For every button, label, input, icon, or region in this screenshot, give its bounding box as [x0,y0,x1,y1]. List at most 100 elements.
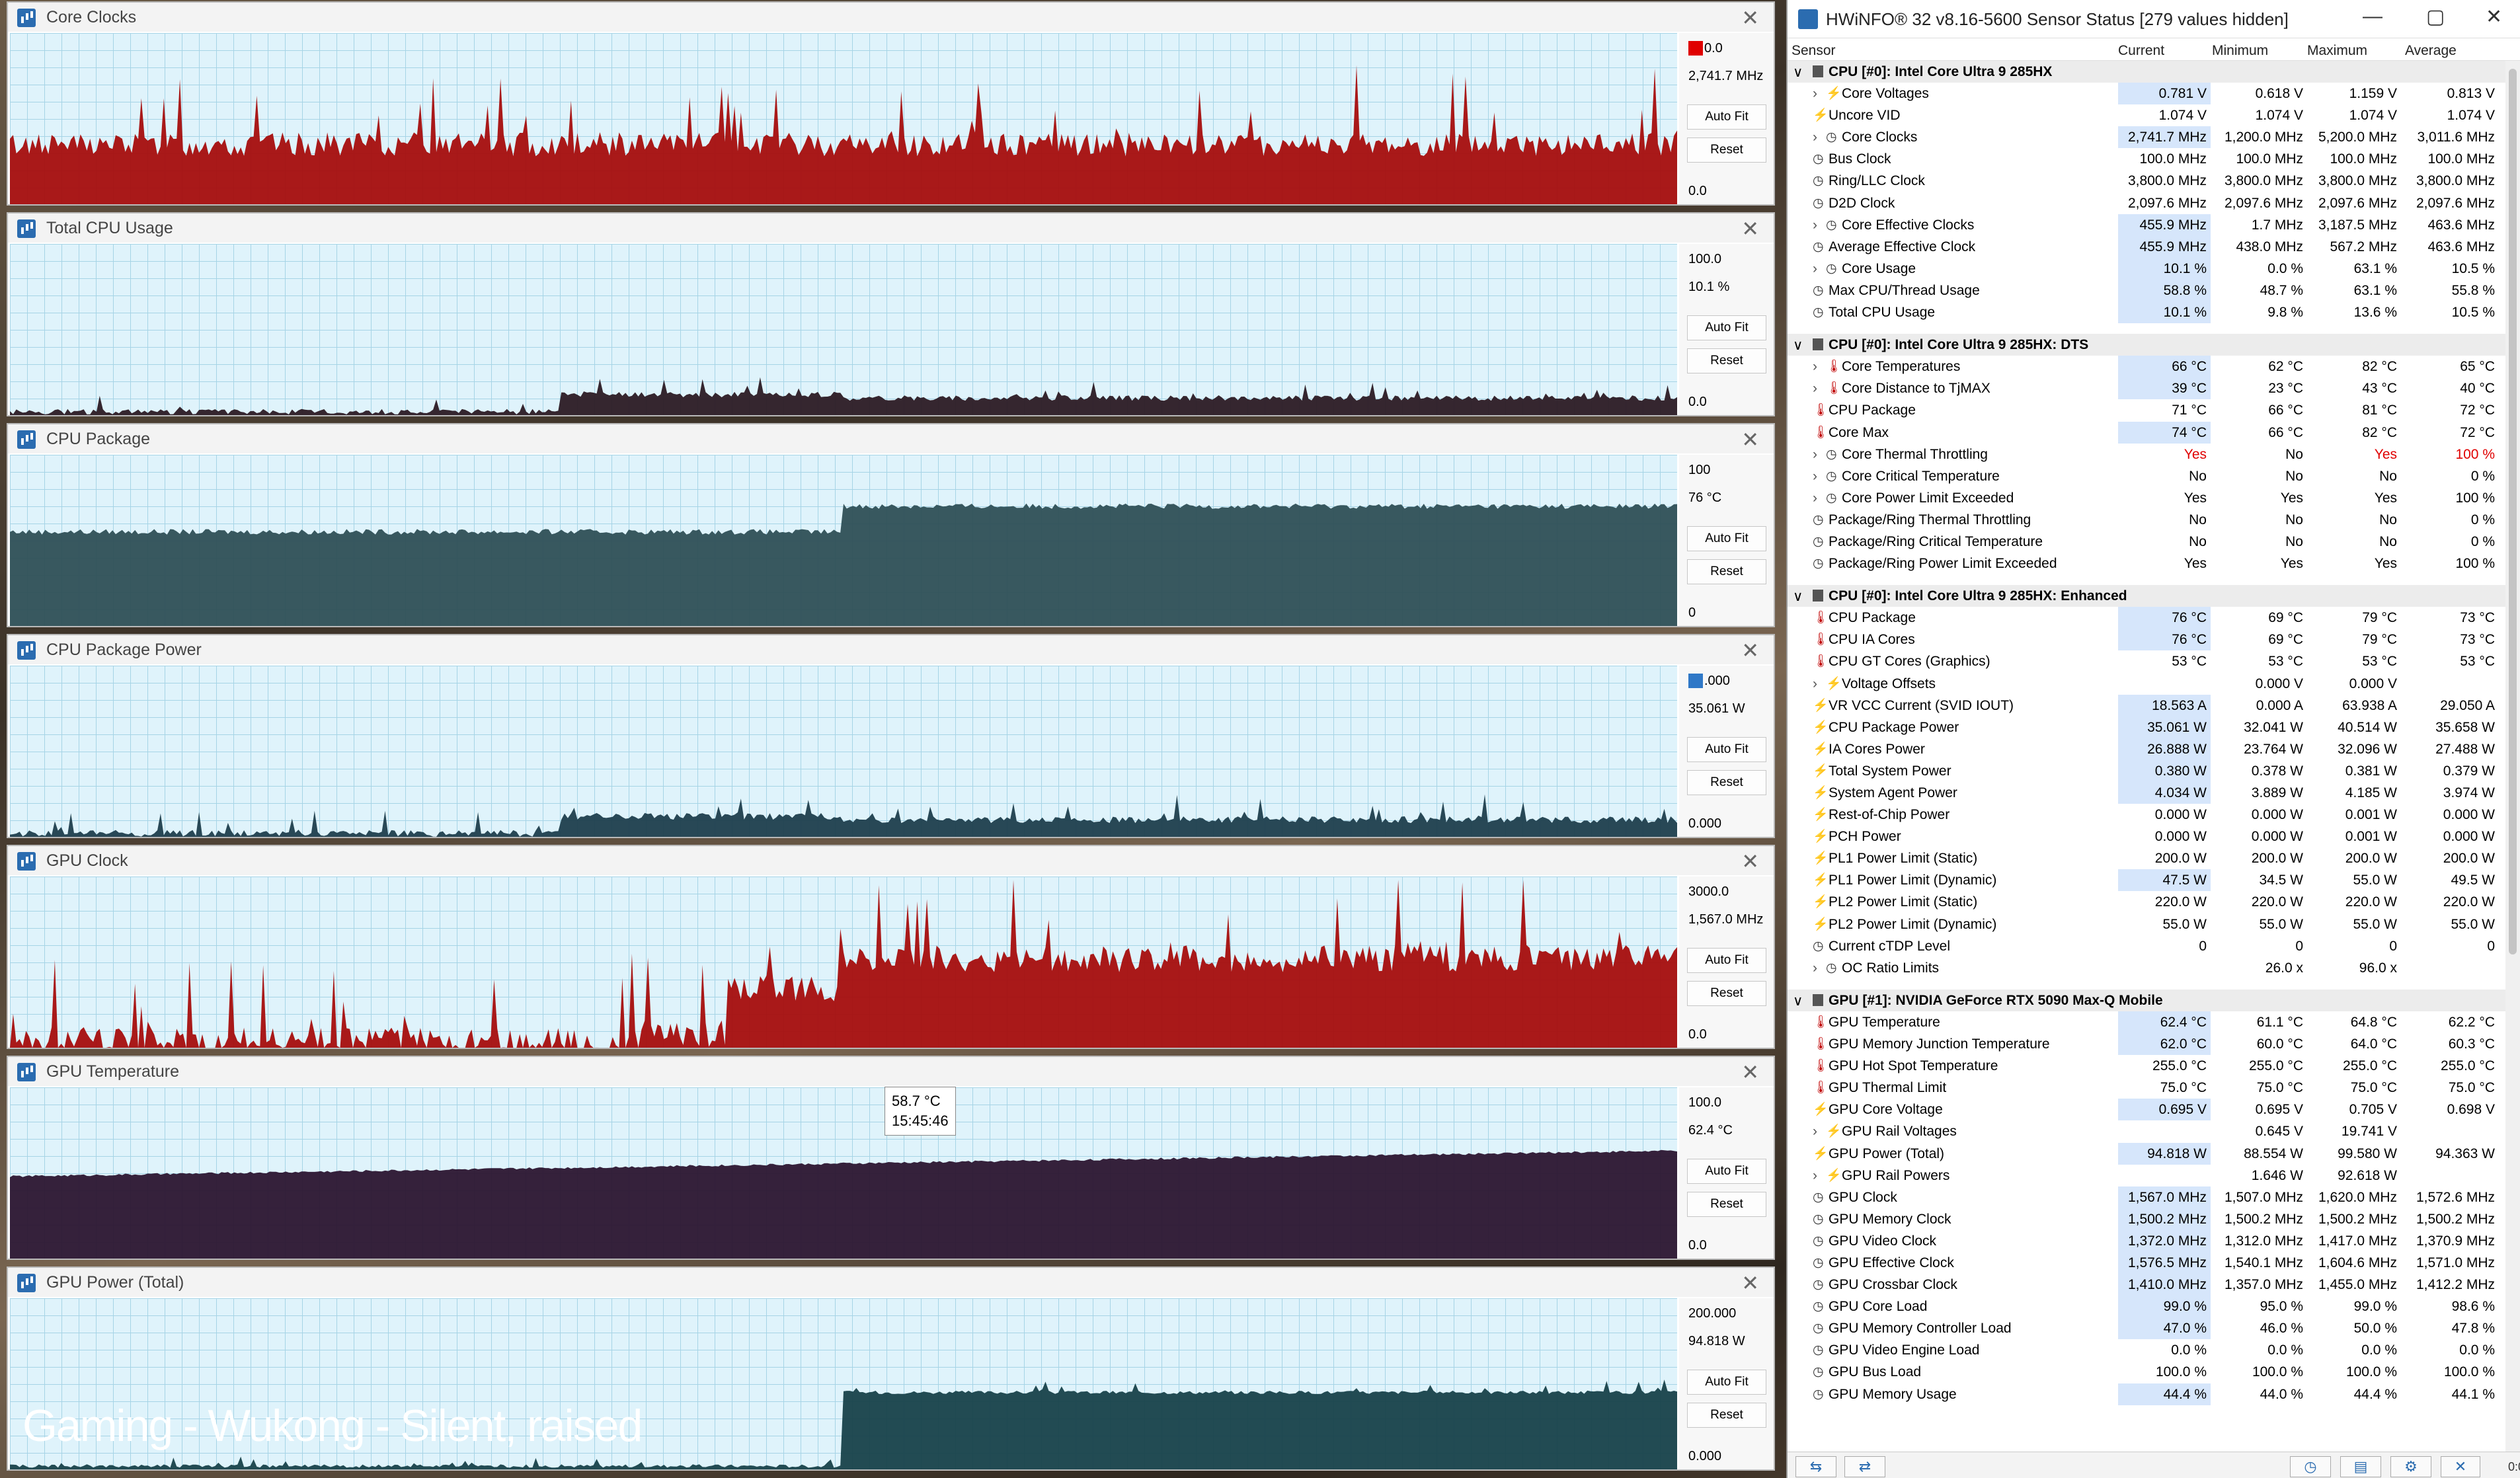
reset-button[interactable]: Reset [1687,137,1766,163]
reset-button[interactable]: Reset [1687,981,1766,1006]
chevron-right-icon[interactable]: › [1813,381,1817,397]
sensor-row[interactable]: ◷ GPU Memory Controller Load 47.0 % 46.0 % 5… [1788,1317,2505,1340]
sensor-row[interactable]: › ◷ Core Critical Temperature No No No 0 % [1788,465,2505,487]
sensor-row[interactable]: ⚡ PL2 Power Limit (Dynamic) 55.0 W 55.0 W 55… [1788,914,2505,935]
nav-arrows-button[interactable]: ⇆ [1795,1456,1836,1477]
reset-button[interactable]: Reset [1687,559,1766,584]
scrollbar-thumb[interactable] [2509,69,2517,954]
chevron-right-icon[interactable]: › [1813,261,1817,277]
chevron-down-icon[interactable]: ∨ [1793,993,1803,1009]
sensor-group-header[interactable]: ∨ CPU [#0]: Intel Core Ultra 9 285HX [1788,61,2505,83]
sensor-row[interactable]: ⚡ PL1 Power Limit (Dynamic) 47.5 W 34.5 W 55… [1788,869,2505,892]
sensor-row[interactable]: ◷ Current cTDP Level 0 0 0 0 [1788,935,2505,957]
auto-fit-button[interactable]: Auto Fit [1687,315,1766,340]
auto-fit-button[interactable]: Auto Fit [1687,1370,1766,1395]
sensor-row[interactable]: ⚡ IA Cores Power 26.888 W 23.764 W 32.096 W 2… [1788,738,2505,760]
chevron-right-icon[interactable]: › [1813,130,1817,145]
sensor-row[interactable]: 🌡 GPU Thermal Limit 75.0 °C 75.0 °C 75.0 °C 7… [1788,1077,2505,1099]
sensor-row[interactable]: › 🌡 Core Distance to TjMAX 39 °C 23 °C 43 °C 4… [1788,377,2505,400]
report-icon[interactable]: ▤ [2340,1456,2381,1477]
close-icon[interactable]: ✕ [1741,849,1759,874]
reset-button[interactable]: Reset [1687,1403,1766,1428]
reset-button[interactable]: Reset [1687,348,1766,373]
sensor-row[interactable]: › ⚡ Core Voltages 0.781 V 0.618 V 1.159 V 0.81… [1788,83,2505,105]
sensor-row[interactable]: ◷ GPU Memory Usage 44.4 % 44.0 % 44.4 % 44.1 … [1788,1383,2505,1405]
chevron-right-icon[interactable]: › [1813,86,1817,102]
graph-window[interactable]: Total CPU Usage ✕ 100.0 10.1 % Auto Fit … [7,212,1775,416]
settings-icon[interactable]: ⚙ [2390,1456,2431,1477]
sensor-row[interactable]: › ◷ OC Ratio Limits 26.0 x 96.0 x [1788,957,2505,979]
sensor-row[interactable]: › ⚡ GPU Rail Voltages 0.645 V 19.741 V [1788,1120,2505,1142]
sensor-row[interactable]: › ◷ Core Thermal Throttling Yes No Yes 100 % [1788,444,2505,465]
auto-fit-button[interactable]: Auto Fit [1687,1159,1766,1184]
sensor-row[interactable]: ⚡ PL2 Power Limit (Static) 220.0 W 220.0 W 2… [1788,891,2505,913]
sensor-row[interactable]: 🌡 CPU IA Cores 76 °C 69 °C 79 °C 73 °C [1788,629,2505,651]
chevron-right-icon[interactable]: › [1813,1124,1817,1140]
close-icon[interactable]: ✕ [1741,1060,1759,1085]
sensor-row[interactable]: ◷ D2D Clock 2,097.6 MHz 2,097.6 MHz 2,097.6 … [1788,192,2505,214]
sensor-row[interactable]: ◷ GPU Bus Load 100.0 % 100.0 % 100.0 % 100.0 … [1788,1361,2505,1383]
clock-icon[interactable]: ◷ [2290,1456,2331,1477]
sensor-row[interactable]: › ◷ Core Clocks 2,741.7 MHz 1,200.0 MHz 5,200… [1788,126,2505,149]
auto-fit-button[interactable]: Auto Fit [1687,948,1766,973]
sensor-row[interactable]: ⚡ PL1 Power Limit (Static) 200.0 W 200.0 W 2… [1788,847,2505,869]
sensor-row[interactable]: 🌡 CPU GT Cores (Graphics) 53 °C 53 °C 53 °C 5… [1788,650,2505,672]
maximize-icon[interactable]: ▢ [2426,5,2445,28]
series-color-swatch[interactable] [1688,674,1703,688]
chevron-right-icon[interactable]: › [1813,359,1817,375]
chevron-down-icon[interactable]: ∨ [1793,64,1803,81]
sensor-row[interactable]: ⚡ System Agent Power 4.034 W 3.889 W 4.185 W… [1788,782,2505,804]
sensor-row[interactable]: ⚡ GPU Power (Total) 94.818 W 88.554 W 99.580… [1788,1142,2505,1165]
sensor-row[interactable]: ◷ GPU Crossbar Clock 1,410.0 MHz 1,357.0 MH… [1788,1274,2505,1296]
sensor-row[interactable]: ⚡ VR VCC Current (SVID IOUT) 18.563 A 0.000… [1788,694,2505,717]
sensor-row[interactable]: 🌡 GPU Hot Spot Temperature 255.0 °C 255.0 °… [1788,1055,2505,1077]
close-icon[interactable]: ✕ [1741,638,1759,663]
sensor-row[interactable]: 🌡 CPU Package 76 °C 69 °C 79 °C 73 °C [1788,607,2505,629]
col-sensor[interactable]: Sensor [1792,43,1836,59]
sensor-row[interactable]: ◷ Package/Ring Power Limit Exceeded Yes Yes… [1788,553,2505,574]
sensor-row[interactable]: ◷ GPU Memory Clock 1,500.2 MHz 1,500.2 MHz 1… [1788,1208,2505,1230]
sensor-row[interactable]: ⚡ CPU Package Power 35.061 W 32.041 W 40.514… [1788,716,2505,738]
col-average[interactable]: Average [2405,43,2457,59]
chevron-right-icon[interactable]: › [1813,676,1817,692]
close-icon[interactable]: ✕ [1741,427,1759,452]
graph-window[interactable]: GPU Clock ✕ 3000.0 1,567.0 MHz Auto Fit … [7,845,1775,1049]
chevron-right-icon[interactable]: › [1813,1168,1817,1184]
chevron-down-icon[interactable]: ∨ [1793,337,1803,354]
graph-window[interactable]: Core Clocks ✕ 0.0 2,741.7 MHz Auto Fit R… [7,1,1775,206]
sensor-group-header[interactable]: ∨ CPU [#0]: Intel Core Ultra 9 285HX: En… [1788,585,2505,607]
sensor-window-titlebar[interactable]: HWiNFO® 32 v8.16-5600 Sensor Status [279… [1788,0,2520,38]
sensor-row[interactable]: › ◷ Core Effective Clocks 455.9 MHz 1.7 MHz 3… [1788,214,2505,236]
minimize-icon[interactable]: — [2363,5,2382,28]
graph-titlebar[interactable]: GPU Temperature ✕ [8,1057,1774,1086]
graph-titlebar[interactable]: GPU Clock ✕ [8,846,1774,875]
chevron-right-icon[interactable]: › [1813,447,1817,463]
auto-fit-button[interactable]: Auto Fit [1687,104,1766,130]
close-sensors-icon[interactable]: ✕ [2441,1456,2480,1477]
sensor-row[interactable]: ◷ GPU Effective Clock 1,576.5 MHz 1,540.1 M… [1788,1251,2505,1274]
auto-fit-button[interactable]: Auto Fit [1687,526,1766,551]
col-current[interactable]: Current [2118,43,2164,59]
col-minimum[interactable]: Minimum [2212,43,2268,59]
chevron-right-icon[interactable]: › [1813,490,1817,506]
sensor-row[interactable]: ⚡ Rest-of-Chip Power 0.000 W 0.000 W 0.001 W… [1788,804,2505,826]
chevron-down-icon[interactable]: ∨ [1793,588,1803,605]
sensor-row[interactable]: ⚡ GPU Core Voltage 0.695 V 0.695 V 0.705 V 0.… [1788,1099,2505,1121]
reset-button[interactable]: Reset [1687,1192,1766,1217]
col-maximum[interactable]: Maximum [2307,43,2367,59]
sensor-row[interactable]: ◷ GPU Video Clock 1,372.0 MHz 1,312.0 MHz 1,… [1788,1229,2505,1252]
graph-titlebar[interactable]: CPU Package Power ✕ [8,635,1774,664]
sensor-group-header[interactable]: ∨ CPU [#0]: Intel Core Ultra 9 285HX: DT… [1788,334,2505,356]
chevron-right-icon[interactable]: › [1813,469,1817,485]
chevron-right-icon[interactable]: › [1813,960,1817,976]
chevron-right-icon[interactable]: › [1813,217,1817,233]
sensor-row[interactable]: ◷ Bus Clock 100.0 MHz 100.0 MHz 100.0 MHz 100… [1788,148,2505,170]
sensor-row[interactable]: › 🌡 Core Temperatures 66 °C 62 °C 82 °C 65 °C [1788,356,2505,378]
sensor-row[interactable]: › ⚡ Voltage Offsets 0.000 V 0.000 V [1788,673,2505,695]
vertical-scrollbar[interactable] [2505,61,2520,1456]
graph-titlebar[interactable]: Total CPU Usage ✕ [8,214,1774,243]
graph-titlebar[interactable]: GPU Power (Total) ✕ [8,1268,1774,1297]
graph-titlebar[interactable]: CPU Package ✕ [8,424,1774,453]
sensor-row[interactable]: ◷ Max CPU/Thread Usage 58.8 % 48.7 % 63.1 % 5… [1788,279,2505,301]
graph-titlebar[interactable]: Core Clocks ✕ [8,3,1774,32]
